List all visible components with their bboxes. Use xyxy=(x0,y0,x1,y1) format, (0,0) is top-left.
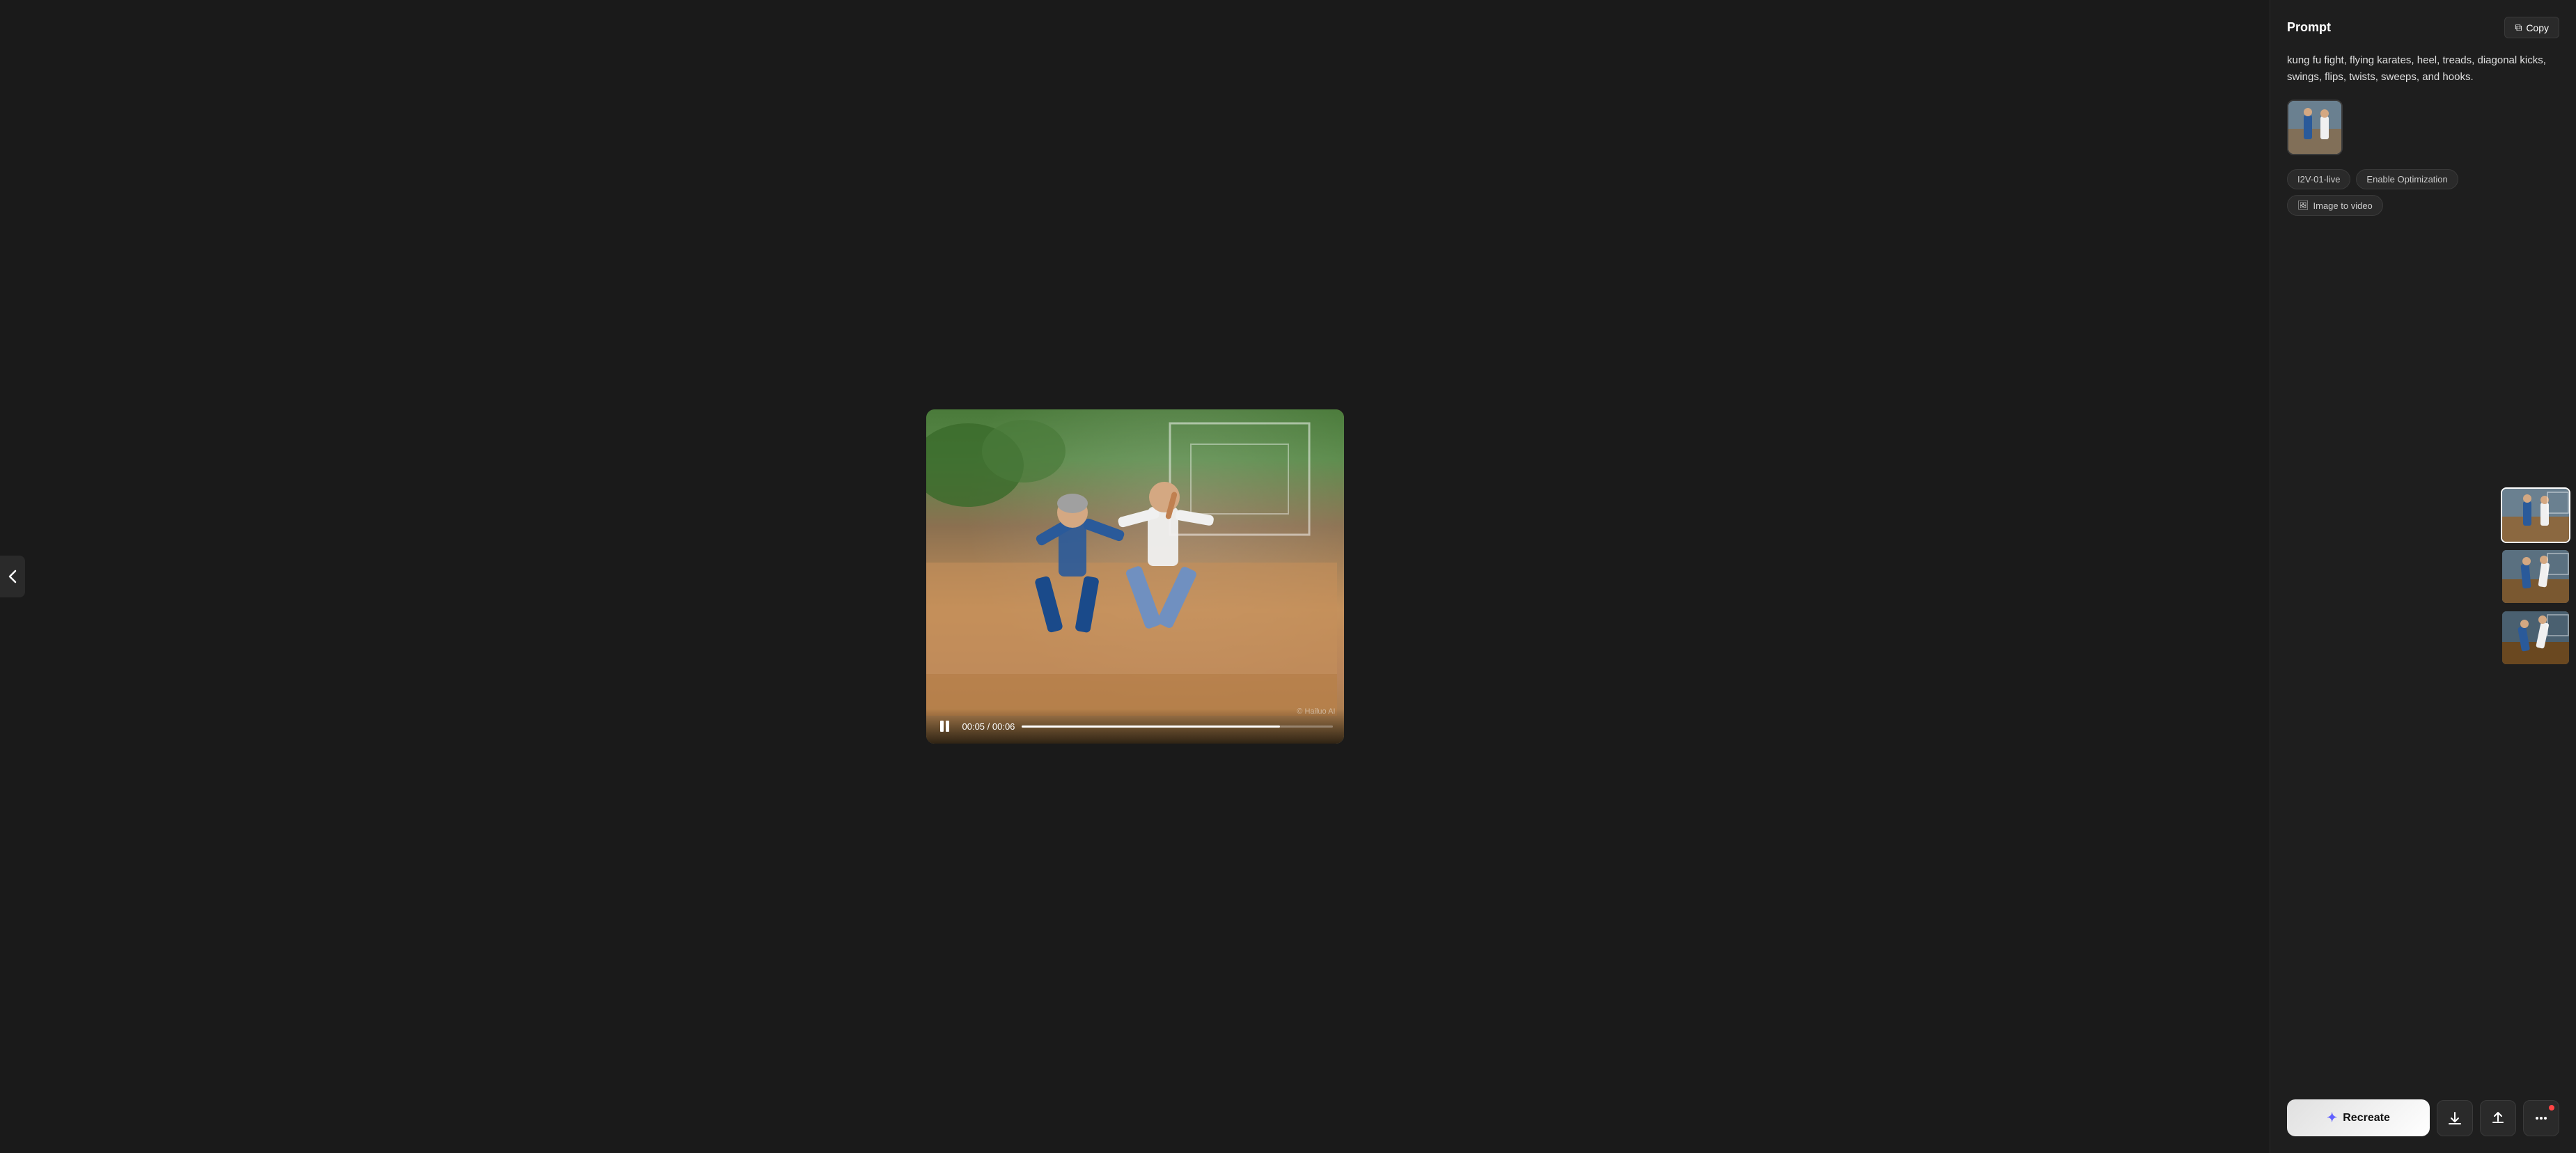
reference-image[interactable] xyxy=(2287,100,2343,155)
more-icon xyxy=(2534,1111,2549,1126)
copy-icon: ⧉ xyxy=(2515,22,2522,33)
tags-row: I2V-01-live Enable Optimization 🖼 Image … xyxy=(2287,169,2559,216)
thumbnail-strip xyxy=(2495,482,2576,671)
pause-icon xyxy=(940,720,953,732)
video-container: © Hailuo AI 00:05 / 00:06 xyxy=(926,409,1344,744)
prompt-header: Prompt ⧉ Copy xyxy=(2287,17,2559,38)
time-display: 00:05 / 00:06 xyxy=(962,721,1015,732)
bottom-action-bar: ✦ Recreate xyxy=(2287,1099,2559,1136)
recreate-button[interactable]: ✦ Recreate xyxy=(2287,1099,2430,1136)
more-options-button[interactable] xyxy=(2523,1100,2559,1136)
thumbnail-3[interactable] xyxy=(2501,610,2570,666)
back-button[interactable] xyxy=(0,556,25,597)
share-icon xyxy=(2490,1111,2506,1126)
progress-bar[interactable] xyxy=(1022,725,1332,728)
progress-fill xyxy=(1022,725,1279,728)
download-button[interactable] xyxy=(2437,1100,2473,1136)
thumbnail-image-2 xyxy=(2502,550,2569,603)
tag-model[interactable]: I2V-01-live xyxy=(2287,169,2350,189)
reference-image-placeholder xyxy=(2288,101,2341,154)
video-panel: © Hailuo AI 00:05 / 00:06 xyxy=(0,0,2270,1153)
image-icon: 🖼 xyxy=(2297,200,2309,211)
thumbnail-1[interactable] xyxy=(2501,487,2570,543)
recreate-star-icon: ✦ xyxy=(2327,1111,2337,1125)
video-frame: © Hailuo AI xyxy=(926,409,1344,744)
prompt-text: kung fu fight, flying karates, heel, tre… xyxy=(2287,52,2559,86)
copy-button[interactable]: ⧉ Copy xyxy=(2504,17,2559,38)
thumbnail-image-1 xyxy=(2502,489,2569,542)
share-button[interactable] xyxy=(2480,1100,2516,1136)
tag-image-to-video[interactable]: 🖼 Image to video xyxy=(2287,195,2383,216)
video-content xyxy=(926,409,1337,716)
tag-optimization[interactable]: Enable Optimization xyxy=(2356,169,2458,189)
thumbnail-image-3 xyxy=(2502,611,2569,664)
download-icon xyxy=(2447,1111,2462,1126)
video-controls: 00:05 / 00:06 xyxy=(926,709,1344,744)
pause-button[interactable] xyxy=(937,717,955,735)
prompt-title: Prompt xyxy=(2287,20,2331,35)
thumbnail-2[interactable] xyxy=(2501,549,2570,604)
